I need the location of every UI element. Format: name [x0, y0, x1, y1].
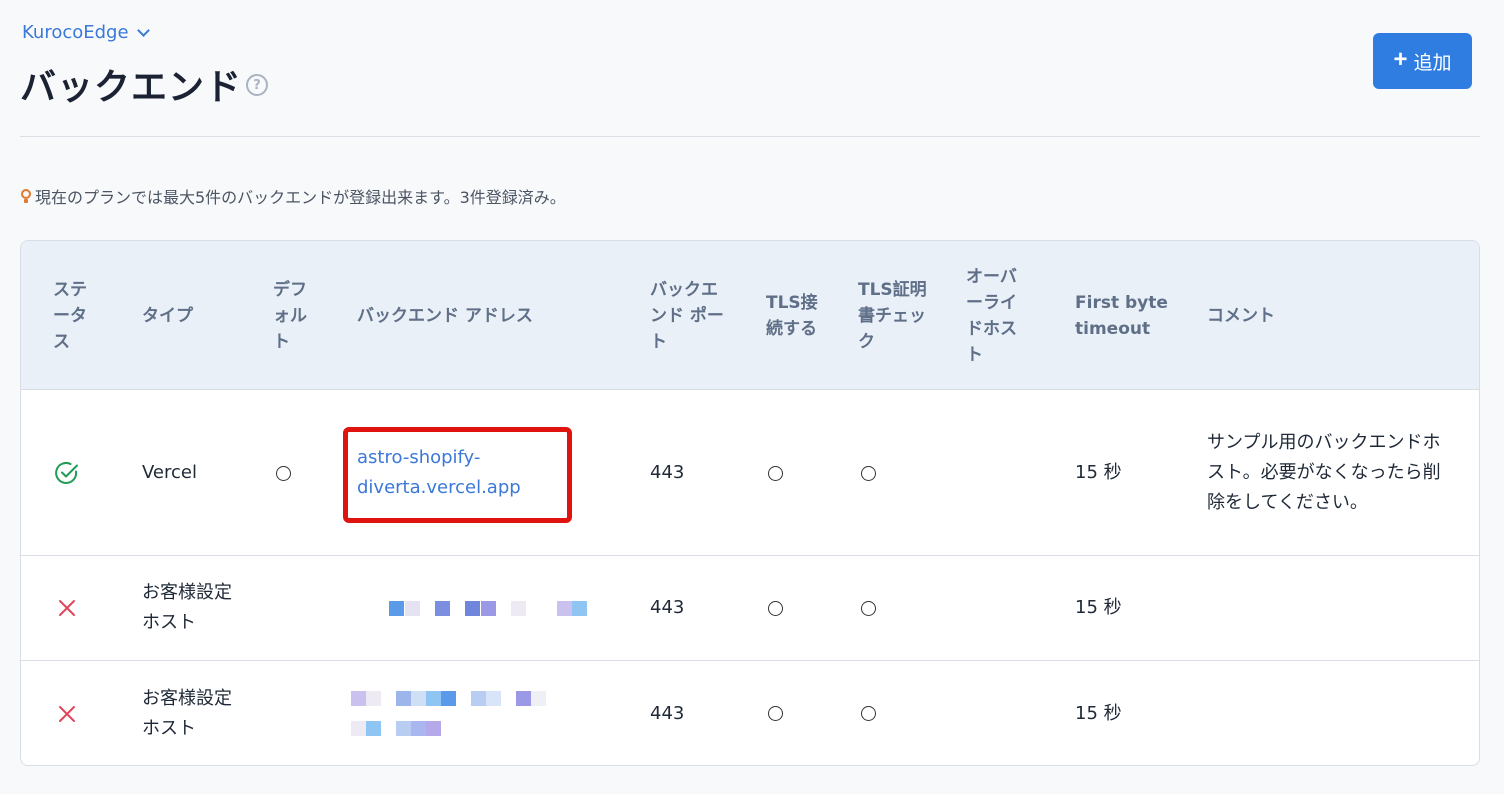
header-type: タイプ [142, 305, 193, 326]
first-byte-cell: 15 秒 [1075, 702, 1122, 724]
table-row[interactable]: お客様設定ホスト 443 15 秒 [21, 661, 1479, 765]
header-port: バックエンド ポート [650, 279, 724, 352]
table-row[interactable]: Vercel astro-shopify-diverta.vercel.app … [21, 391, 1479, 556]
chevron-down-icon [136, 23, 150, 37]
header-override-host: オーバーライドホスト [966, 266, 1017, 365]
add-button[interactable]: + 追加 [1373, 33, 1472, 89]
plan-notice: 現在のプランでは最大5件のバックエンドが登録出来ます。3件登録済み。 [20, 184, 566, 208]
tls-check-cell [861, 391, 876, 555]
highlight-box [343, 427, 572, 523]
address-cell-masked [351, 661, 571, 765]
tls-cell [768, 556, 783, 660]
tls-check-cell [861, 661, 876, 765]
tls-check-indicator [861, 600, 876, 616]
first-byte-cell: 15 秒 [1075, 597, 1122, 618]
table-row[interactable]: お客様設定ホスト 443 15 秒 [21, 556, 1479, 661]
type-cell: Vercel [142, 462, 197, 483]
address-cell-masked [373, 556, 593, 660]
header-status: ステータス [53, 279, 87, 352]
port-cell: 443 [650, 702, 685, 724]
add-button-label: 追加 [1413, 52, 1452, 74]
backend-table: ステータス タイプ デフォルト バックエンド アドレス バックエンド ポート T… [20, 240, 1480, 766]
status-error-icon [59, 705, 75, 722]
tls-check-cell [861, 556, 876, 660]
default-indicator [276, 465, 291, 481]
comment-cell: サンプル用のバックエンドホスト。必要がなくなったら削除をしてください。 [1207, 432, 1441, 513]
status-error-icon [59, 600, 75, 616]
type-cell: お客様設定ホスト [142, 582, 232, 633]
header-tls-check: TLS証明書チェック [858, 279, 927, 352]
status-cell [57, 556, 77, 660]
header-comment: コメント [1207, 305, 1275, 326]
plus-icon: + [1393, 46, 1408, 73]
first-byte-cell: 15 秒 [1075, 462, 1122, 483]
tls-indicator [768, 706, 783, 721]
port-cell: 443 [650, 597, 685, 618]
status-cell [54, 391, 80, 555]
table-header: ステータス タイプ デフォルト バックエンド アドレス バックエンド ポート T… [21, 241, 1479, 390]
header-tls: TLS接続する [766, 292, 818, 339]
default-cell [276, 391, 291, 555]
type-cell: お客様設定ホスト [142, 687, 232, 739]
help-icon[interactable]: ? [246, 74, 268, 96]
tls-check-indicator [861, 706, 876, 721]
masked-address [373, 600, 588, 616]
port-cell: 443 [650, 462, 685, 483]
header-default: デフォルト [273, 279, 307, 352]
tls-cell [768, 661, 783, 765]
tls-indicator [768, 600, 783, 616]
tls-check-indicator [861, 465, 876, 481]
plan-notice-text: 現在のプランでは最大5件のバックエンドが登録出来ます。3件登録済み。 [35, 188, 566, 207]
status-cell [57, 661, 77, 765]
page-title: バックエンド [20, 67, 243, 108]
lightbulb-icon [20, 187, 32, 205]
tls-cell [768, 391, 783, 555]
header-first-byte: First byte timeout [1075, 292, 1168, 339]
tls-indicator [768, 465, 783, 481]
breadcrumb[interactable]: KurocoEdge [22, 22, 150, 43]
breadcrumb-label: KurocoEdge [22, 22, 129, 43]
status-ok-icon [55, 462, 78, 484]
masked-address [351, 690, 551, 737]
header-address: バックエンド アドレス [357, 305, 533, 326]
divider [20, 136, 1480, 137]
